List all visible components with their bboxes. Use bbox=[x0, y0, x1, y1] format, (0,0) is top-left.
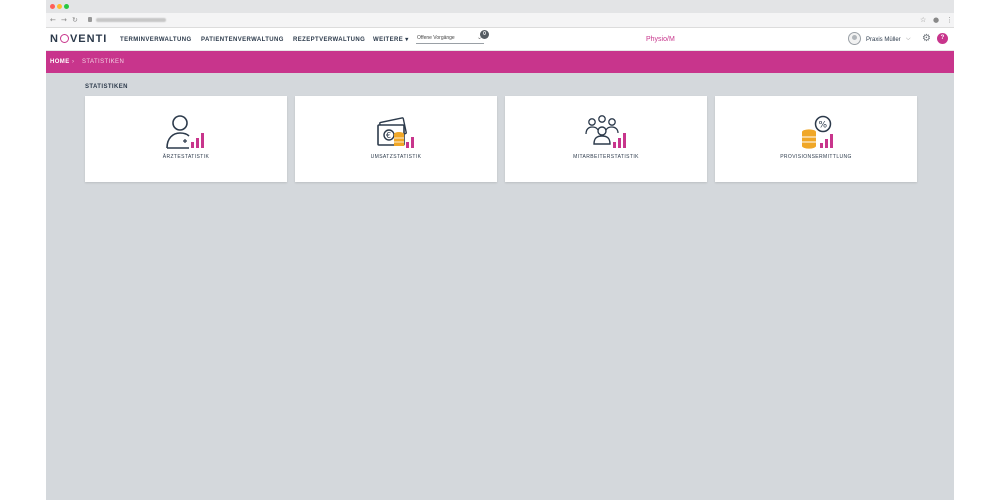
svg-text:%: % bbox=[819, 121, 828, 131]
browser-menu-icon[interactable]: ⋮ bbox=[946, 15, 953, 25]
maximize-window-dot[interactable] bbox=[64, 4, 69, 9]
reload-icon[interactable]: ↻ bbox=[72, 15, 78, 25]
card-label: MITARBEITERSTATISTIK bbox=[573, 154, 639, 160]
breadcrumb-home[interactable]: HOME bbox=[50, 59, 70, 66]
user-name[interactable]: Praxis Müller bbox=[866, 36, 901, 44]
svg-text:€: € bbox=[386, 131, 391, 140]
url-field[interactable] bbox=[96, 18, 166, 22]
bookmark-star-icon[interactable]: ☆ bbox=[920, 15, 926, 25]
doctor-statistics-icon bbox=[166, 115, 204, 149]
caret-down-icon: ▾ bbox=[405, 37, 409, 43]
user-menu-chevron-icon[interactable]: ⌵ bbox=[906, 35, 911, 43]
card-umsatzstatistik[interactable]: € UMSATZSTATISTIK bbox=[295, 96, 497, 182]
breadcrumb-separator: › bbox=[72, 59, 74, 65]
browser-address-bar: ← → ↻ ☆ ● ⋮ bbox=[46, 13, 954, 28]
card-label: PROVISIONSERMITTLUNG bbox=[780, 154, 852, 160]
gear-icon[interactable]: ⚙ bbox=[922, 33, 933, 44]
card-mitarbeiterstatistik[interactable]: MITARBEITERSTATISTIK bbox=[505, 96, 707, 182]
employee-statistics-icon bbox=[585, 115, 626, 148]
back-arrow-icon[interactable]: ← bbox=[50, 15, 56, 25]
noventi-logo[interactable]: N VENTI bbox=[50, 33, 107, 46]
card-aerztestatistik[interactable]: ÄRZTESTATISTIK bbox=[85, 96, 287, 182]
browser-tab-bar bbox=[46, 0, 954, 13]
nav-weitere[interactable]: WEITERE ▾ bbox=[373, 36, 409, 44]
breadcrumb-current: STATISTIKEN bbox=[82, 59, 125, 65]
forward-arrow-icon[interactable]: → bbox=[61, 15, 67, 25]
minimize-window-dot[interactable] bbox=[57, 4, 62, 9]
lock-icon bbox=[88, 17, 92, 22]
revenue-statistics-icon: € bbox=[377, 117, 414, 148]
nav-terminverwaltung[interactable]: TERMINVERWALTUNG bbox=[120, 36, 192, 44]
nav-patientenverwaltung[interactable]: PATIENTENVERWALTUNG bbox=[201, 36, 284, 44]
open-items-count-badge: 0 bbox=[480, 30, 489, 39]
nav-rezeptverwaltung[interactable]: REZEPTVERWALTUNG bbox=[293, 36, 365, 44]
help-button[interactable]: ? bbox=[937, 33, 948, 44]
offene-vorgaenge-dropdown[interactable]: Offene Vorgänge ⌄ bbox=[416, 34, 484, 44]
commission-calculation-icon: % bbox=[802, 115, 833, 149]
card-provisionsermittlung[interactable]: % PROVISIONSERMITTLUNG bbox=[715, 96, 917, 182]
app-window: ← → ↻ ☆ ● ⋮ N VENTI TERMINVERWALTUNG PATI… bbox=[46, 0, 954, 500]
app-header: N VENTI TERMINVERWALTUNG PATIENTENVERWALT… bbox=[46, 28, 954, 51]
profile-icon[interactable]: ● bbox=[933, 15, 939, 25]
practice-type-title: Physio/M bbox=[646, 36, 675, 43]
card-label: ÄRZTESTATISTIK bbox=[162, 154, 210, 160]
user-avatar[interactable] bbox=[848, 32, 861, 45]
close-window-dot[interactable] bbox=[50, 4, 55, 9]
page-title: STATISTIKEN bbox=[85, 84, 128, 90]
dropdown-label: Offene Vorgänge bbox=[417, 35, 455, 41]
breadcrumb: HOME › STATISTIKEN bbox=[46, 51, 954, 73]
card-label: UMSATZSTATISTIK bbox=[370, 154, 422, 160]
nav-weitere-label: WEITERE bbox=[373, 37, 404, 43]
